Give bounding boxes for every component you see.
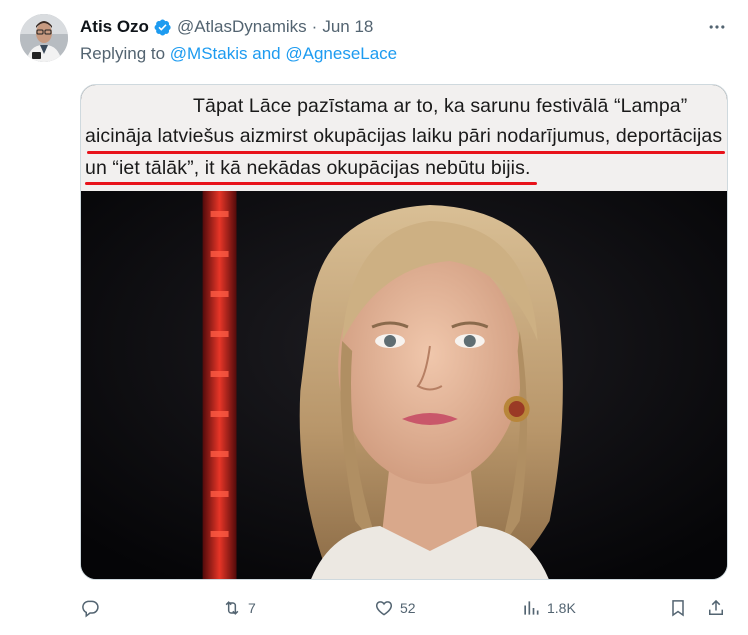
retweet-button[interactable]: 7 <box>222 596 256 620</box>
avatar-image <box>20 14 68 62</box>
separator-dot: · <box>311 17 318 36</box>
bookmark-icon <box>672 600 684 617</box>
reply-user-link-1[interactable]: @MStakis <box>170 44 248 63</box>
tweet-header: Atis Ozo @AtlasDynamiks · Jun 18 <box>80 16 728 38</box>
retweet-icon <box>225 601 239 615</box>
caption-line-3: un “iet tālāk”, it kā nekādas okupācijas… <box>85 157 531 179</box>
heart-icon <box>375 601 393 616</box>
like-button[interactable]: 52 <box>374 596 416 620</box>
reply-button[interactable] <box>80 596 106 620</box>
views-count: 1.8K <box>547 600 576 616</box>
more-icon[interactable] <box>706 16 728 38</box>
red-underline-2 <box>85 182 537 185</box>
avatar[interactable] <box>20 14 68 62</box>
reply-and[interactable]: and <box>252 44 280 63</box>
share-button[interactable] <box>706 596 726 620</box>
red-underline-1 <box>87 151 725 154</box>
retweet-count: 7 <box>248 600 256 616</box>
replying-to: Replying to @MStakis and @AgneseLace <box>80 44 397 64</box>
reply-icon <box>82 600 99 618</box>
image-caption-area: Tāpat Lāce pazīstama ar to, ka sarunu fe… <box>81 85 727 191</box>
reply-user-link-2[interactable]: @AgneseLace <box>285 44 397 63</box>
action-bar: 7 52 1.8K <box>80 596 730 620</box>
views-button[interactable]: 1.8K <box>521 596 576 620</box>
tweet-date[interactable]: Jun 18 <box>322 17 373 37</box>
author-handle[interactable]: @AtlasDynamiks <box>177 17 307 37</box>
verified-badge-icon[interactable] <box>153 18 172 37</box>
views-icon <box>524 601 539 615</box>
share-icon <box>709 599 723 615</box>
bookmark-button[interactable] <box>668 596 688 620</box>
like-count: 52 <box>400 600 416 616</box>
author-name[interactable]: Atis Ozo <box>80 17 149 37</box>
tweet-media[interactable]: Tāpat Lāce pazīstama ar to, ka sarunu fe… <box>80 84 728 580</box>
caption-line-1: Tāpat Lāce pazīstama ar to, ka sarunu fe… <box>193 95 688 117</box>
portrait-photo <box>81 191 727 579</box>
reply-prefix: Replying to <box>80 44 166 63</box>
caption-line-2: aicināja latviešus aizmirst okupācijas l… <box>85 125 723 147</box>
